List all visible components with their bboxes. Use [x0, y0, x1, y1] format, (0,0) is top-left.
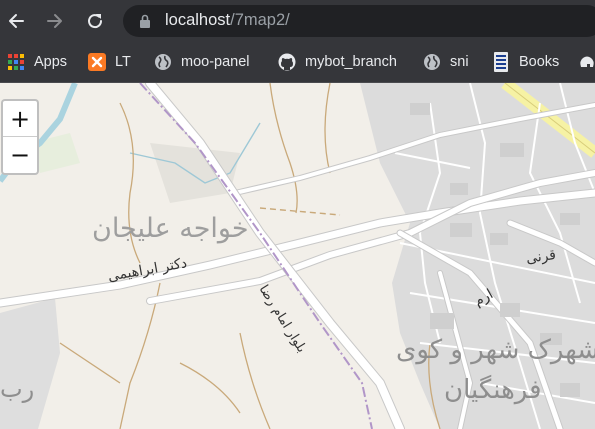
zoom-out-button[interactable]: −	[3, 137, 37, 173]
bookmark-label: mybot_branch	[305, 54, 397, 70]
district-label: خواجه علیجان	[92, 213, 249, 244]
area-light-north	[150, 143, 240, 203]
browser-toolbar: localhost/7map2/	[0, 0, 595, 42]
bookmark-sni[interactable]: sni	[423, 51, 469, 73]
zoom-in-button[interactable]: +	[3, 101, 37, 137]
reload-icon	[88, 14, 103, 29]
bookmark-books[interactable]: Books	[492, 51, 559, 73]
map-viewport[interactable]: خواجه علیجان دکتر ابراهیمی بلوار امام رض…	[0, 83, 595, 429]
bookmark-label: Apps	[34, 54, 68, 70]
arrow-right-icon	[47, 14, 62, 28]
url-path: /7map2/	[230, 11, 290, 29]
urban-area-southwest	[0, 298, 60, 429]
reload-button[interactable]	[80, 6, 110, 36]
url-text: localhost/7map2/	[165, 11, 290, 30]
lock-icon	[140, 14, 150, 28]
xampp-icon	[88, 53, 106, 71]
apps-grid-icon	[7, 53, 25, 71]
bookmark-label: sni	[450, 54, 469, 70]
forward-button[interactable]	[40, 6, 70, 36]
bookmark-label: moo-panel	[181, 54, 250, 70]
address-bar[interactable]: localhost/7map2/	[123, 5, 595, 37]
globe-icon	[154, 53, 172, 71]
bookmark-label: Books	[519, 54, 560, 70]
bookmark-mybot-branch[interactable]: mybot_branch	[278, 51, 397, 73]
bookmark-moo-panel[interactable]: moo-panel	[154, 51, 250, 73]
arrow-left-icon	[9, 14, 24, 28]
url-host: localhost	[165, 11, 231, 29]
back-button[interactable]	[1, 6, 31, 36]
zoom-control: + −	[1, 99, 39, 175]
bookmarks-bar: Apps LT moo-panel mybot_branch sni Books	[0, 42, 595, 83]
book-icon	[492, 52, 510, 72]
globe-icon	[423, 53, 441, 71]
elephant-icon	[578, 53, 595, 71]
github-icon	[278, 53, 296, 71]
bookmark-apps[interactable]: Apps	[7, 51, 67, 73]
district-label: شهرک شهر و کوی	[396, 335, 595, 365]
district-label-partial: رب	[0, 375, 35, 403]
district-label: فرهنگیان	[444, 375, 542, 405]
bookmark-overflow-partial[interactable]	[578, 51, 595, 73]
bookmark-label: LT	[115, 54, 131, 70]
bookmark-lt[interactable]: LT	[88, 51, 131, 73]
